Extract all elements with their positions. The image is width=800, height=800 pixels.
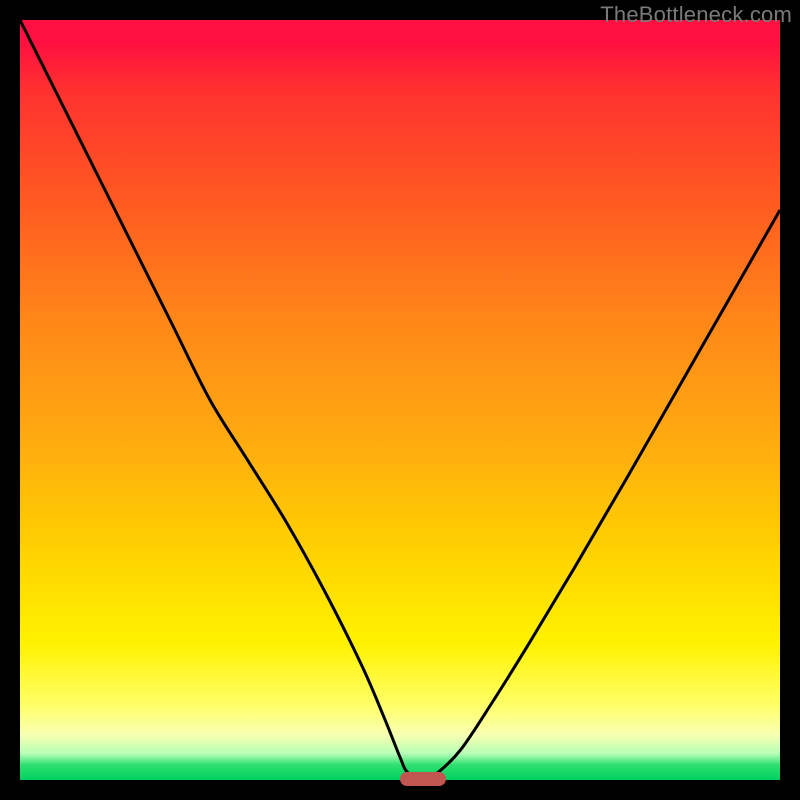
plot-area bbox=[20, 20, 780, 780]
watermark-text: TheBottleneck.com bbox=[600, 2, 792, 28]
chart-frame: TheBottleneck.com bbox=[0, 0, 800, 800]
bottleneck-curve bbox=[20, 20, 780, 780]
optimum-marker bbox=[400, 772, 446, 786]
curve-path bbox=[20, 20, 780, 780]
